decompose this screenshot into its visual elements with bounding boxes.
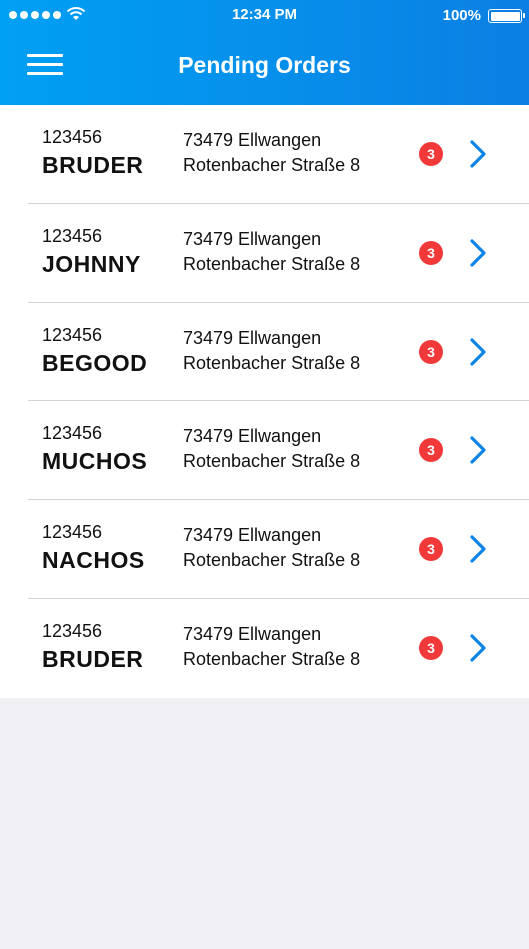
order-number: 123456 bbox=[42, 522, 103, 543]
page-title: Pending Orders bbox=[178, 52, 351, 78]
chevron-right-icon[interactable] bbox=[468, 139, 488, 169]
order-customer-name: BEGOOD bbox=[42, 349, 148, 376]
order-row[interactable]: 123456 MUCHOS 73479 Ellwangen Rotenbache… bbox=[0, 401, 529, 500]
chevron-right-icon[interactable] bbox=[468, 435, 488, 465]
notification-badge: 3 bbox=[419, 142, 443, 166]
orders-list: 123456 BRUDER 73479 Ellwangen Rotenbache… bbox=[0, 105, 529, 698]
order-row[interactable]: 123456 JOHNNY 73479 Ellwangen Rotenbache… bbox=[0, 204, 529, 303]
order-customer-name: NACHOS bbox=[42, 547, 145, 574]
order-address-line1: 73479 Ellwangen bbox=[183, 228, 322, 249]
chevron-right-icon[interactable] bbox=[468, 534, 488, 564]
status-bar: 12:34 PM 100% bbox=[0, 0, 529, 30]
notification-badge: 3 bbox=[419, 240, 443, 265]
order-number: 123456 bbox=[42, 620, 103, 641]
notification-badge: 3 bbox=[419, 438, 443, 463]
order-address-line2: Rotenbacher Straße 8 bbox=[183, 155, 361, 175]
order-address-line1: 73479 Ellwangen bbox=[183, 130, 322, 150]
notification-badge: 3 bbox=[419, 635, 443, 660]
battery-percentage: 100% bbox=[442, 7, 481, 24]
order-customer-name: MUCHOS bbox=[42, 448, 148, 475]
order-address-line2: Rotenbacher Straße 8 bbox=[183, 253, 361, 274]
order-address-line1: 73479 Ellwangen bbox=[183, 327, 322, 348]
battery-icon bbox=[488, 9, 525, 23]
order-address-line1: 73479 Ellwangen bbox=[183, 623, 322, 644]
order-customer-name: BRUDER bbox=[42, 152, 144, 178]
order-row[interactable]: 123456 BRUDER 73479 Ellwangen Rotenbache… bbox=[0, 105, 529, 204]
order-row[interactable]: 123456 BRUDER 73479 Ellwangen Rotenbache… bbox=[0, 599, 529, 698]
chevron-right-icon[interactable] bbox=[468, 238, 488, 268]
order-customer-name: JOHNNY bbox=[42, 250, 141, 277]
order-row[interactable]: 123456 BEGOOD 73479 Ellwangen Rotenbache… bbox=[0, 303, 529, 402]
notification-badge: 3 bbox=[419, 339, 443, 364]
chevron-right-icon[interactable] bbox=[468, 337, 488, 367]
order-number: 123456 bbox=[42, 225, 103, 246]
order-address-line1: 73479 Ellwangen bbox=[183, 525, 322, 546]
chevron-right-icon[interactable] bbox=[468, 633, 488, 663]
notification-badge: 3 bbox=[419, 537, 443, 562]
order-number: 123456 bbox=[42, 423, 103, 444]
order-address-line2: Rotenbacher Straße 8 bbox=[183, 352, 361, 373]
order-address-line2: Rotenbacher Straße 8 bbox=[183, 648, 361, 669]
order-address-line1: 73479 Ellwangen bbox=[183, 426, 322, 447]
order-customer-name: BRUDER bbox=[42, 645, 144, 672]
order-address-line2: Rotenbacher Straße 8 bbox=[183, 550, 361, 571]
order-number: 123456 bbox=[42, 127, 103, 147]
order-address-line2: Rotenbacher Straße 8 bbox=[183, 451, 361, 472]
order-row[interactable]: 123456 NACHOS 73479 Ellwangen Rotenbache… bbox=[0, 500, 529, 599]
app-header: 12:34 PM 100% Pending Orders bbox=[0, 0, 529, 105]
order-number: 123456 bbox=[42, 324, 103, 345]
